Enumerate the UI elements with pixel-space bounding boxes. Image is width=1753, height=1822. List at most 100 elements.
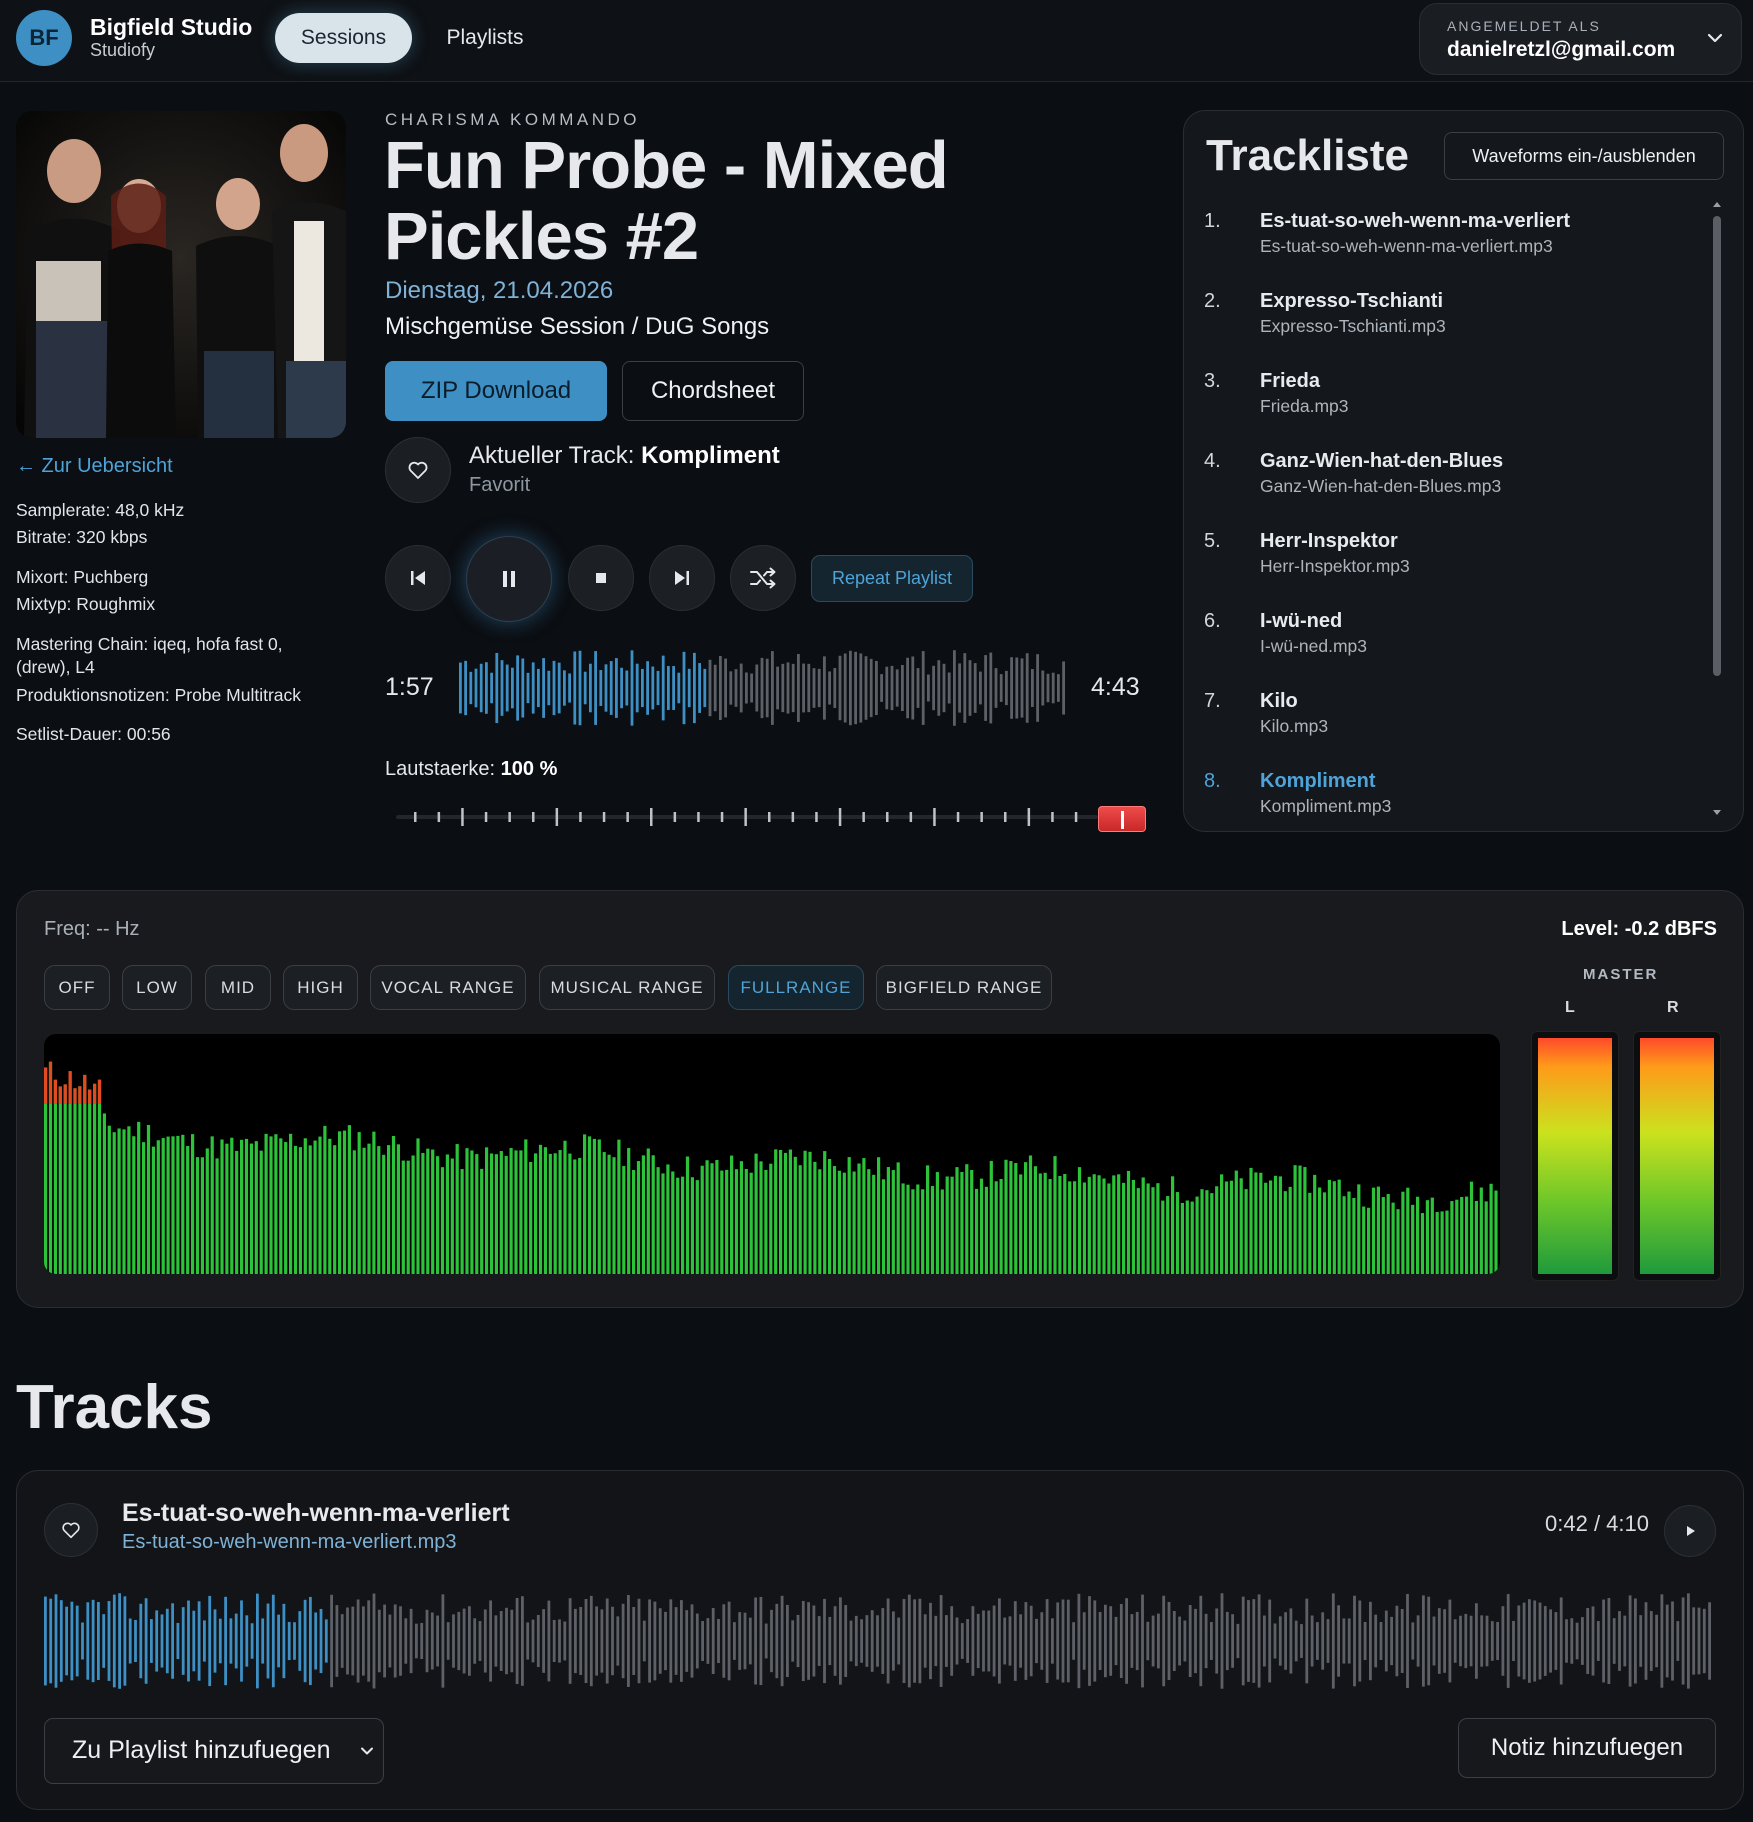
band-button-musical-range[interactable]: MUSICAL RANGE <box>539 965 715 1010</box>
waveform-bar <box>1008 1616 1012 1666</box>
chordsheet-button[interactable]: Chordsheet <box>622 361 804 421</box>
track-play-button[interactable] <box>1664 1505 1716 1557</box>
waveform-bar <box>823 1598 826 1684</box>
spectrum-bar <box>63 1084 67 1274</box>
waveform-bar <box>680 1600 683 1682</box>
shuffle-button[interactable] <box>730 545 796 611</box>
spectrum-bar <box>504 1155 508 1274</box>
brand-logo[interactable]: BF <box>16 10 72 66</box>
tracklist-item-active[interactable]: 8. Kompliment Kompliment.mp3 <box>1204 770 1674 831</box>
previous-track-button[interactable] <box>385 545 451 611</box>
spectrum-bar <box>1244 1189 1248 1274</box>
waveform-bar <box>911 656 915 720</box>
band-button-off[interactable]: OFF <box>44 965 110 1010</box>
spectrum-bar <box>1082 1182 1086 1274</box>
tracklist-item[interactable]: 3. Frieda Frieda.mp3 <box>1204 370 1674 440</box>
volume-label-text: Lautstaerke: <box>385 758 496 780</box>
spectrum-peak-cap <box>78 1086 82 1104</box>
volume-slider-track[interactable] <box>396 804 1146 830</box>
spectrum-bar <box>730 1155 734 1274</box>
session-date: Dienstag, 21.04.2026 <box>385 277 614 304</box>
next-track-button[interactable] <box>649 545 715 611</box>
tracklist-item[interactable]: 7. Kilo Kilo.mp3 <box>1204 690 1674 760</box>
add-to-playlist-select[interactable]: Zu Playlist hinzufuegen <box>44 1718 384 1784</box>
spectrum-bar <box>195 1157 200 1274</box>
toggle-waveforms-button[interactable]: Waveforms ein-/ausblenden <box>1444 132 1724 180</box>
spectrum-bar <box>592 1138 596 1274</box>
waveform-bar <box>1331 1593 1335 1689</box>
add-note-button[interactable]: Notiz hinzufuegen <box>1458 1718 1716 1778</box>
spectrum-bar <box>1053 1156 1057 1274</box>
frequency-spectrum[interactable] <box>44 1034 1500 1274</box>
track-card-waveform[interactable] <box>44 1591 1716 1691</box>
waveform-bar <box>112 1594 116 1688</box>
total-time: 4:43 <box>1091 673 1140 701</box>
spectrum-peak-cap <box>83 1074 87 1104</box>
spectrum-bar <box>465 1148 469 1274</box>
band-button-low[interactable]: LOW <box>122 965 192 1010</box>
pause-button[interactable] <box>466 536 552 622</box>
tracklist-item-number: 7. <box>1204 690 1221 712</box>
tracklist-item[interactable]: 1. Es-tuat-so-weh-wenn-ma-verliert Es-tu… <box>1204 210 1674 280</box>
back-to-overview-link[interactable]: ← Zur Uebersicht <box>16 455 173 478</box>
spectrum-bar <box>906 1184 910 1274</box>
volume-slider-tick <box>532 812 535 822</box>
waveform-bar <box>886 1598 890 1684</box>
waveform-bar <box>1077 1593 1081 1689</box>
waveform-bar <box>1475 1603 1478 1679</box>
channel-left-label: L <box>1565 999 1575 1016</box>
spectrum-bar <box>1092 1174 1096 1274</box>
band-button-high[interactable]: HIGH <box>283 965 358 1010</box>
stop-button[interactable] <box>568 545 634 611</box>
tracklist-item-file: Expresso-Tschianti.mp3 <box>1260 316 1446 336</box>
tracklist-item[interactable]: 4. Ganz-Wien-hat-den-Blues Ganz-Wien-hat… <box>1204 450 1674 520</box>
waveform-bar <box>937 660 941 716</box>
waveform-bar <box>1273 1623 1277 1659</box>
waveform-bar <box>1029 1605 1033 1677</box>
waveform-bar <box>669 1599 673 1683</box>
nav-sessions[interactable]: Sessions <box>275 13 412 63</box>
account-label: ANGEMELDET ALS <box>1447 18 1601 34</box>
favorite-button[interactable] <box>385 437 451 503</box>
main-waveform[interactable] <box>459 648 1069 728</box>
waveform-bar <box>685 1610 689 1672</box>
waveform-bar <box>213 1609 217 1673</box>
waveform-bar <box>1066 1599 1070 1683</box>
waveform-bar <box>1369 1601 1372 1681</box>
band-button-fullrange[interactable]: FULLRANGE <box>728 965 864 1010</box>
zip-download-button[interactable]: ZIP Download <box>385 361 607 421</box>
spectrum-bar <box>1043 1172 1047 1274</box>
waveform-bar <box>574 1608 577 1674</box>
level-meter-right <box>1633 1031 1721 1281</box>
waveform-bar <box>817 1616 821 1666</box>
spectrum-bar <box>538 1144 543 1274</box>
account-menu[interactable]: ANGEMELDET ALS danielretzl@gmail.com <box>1419 3 1742 75</box>
band-button-vocal-range[interactable]: VOCAL RANGE <box>370 965 526 1010</box>
waveform-bar <box>754 1597 757 1685</box>
nav-playlists[interactable]: Playlists <box>430 13 540 63</box>
spectrum-bar <box>1342 1196 1346 1274</box>
waveform-bar <box>1496 1622 1499 1660</box>
tracklist-item[interactable]: 5. Herr-Inspektor Herr-Inspektor.mp3 <box>1204 530 1674 600</box>
waveform-bar <box>1347 1618 1351 1664</box>
waveform-bar <box>490 672 493 704</box>
spectrum-bar <box>1073 1181 1077 1274</box>
spectrum-bar <box>470 1150 474 1274</box>
waveform-bar <box>404 1618 408 1664</box>
track-favorite-button[interactable] <box>44 1503 98 1557</box>
waveform-bar <box>510 1609 514 1673</box>
band-button-mid[interactable]: MID <box>205 965 271 1010</box>
spectrum-bar <box>514 1150 518 1274</box>
spectrum-bar <box>259 1150 263 1274</box>
spectrum-bar <box>1435 1212 1439 1274</box>
waveform-bar <box>1183 1620 1187 1662</box>
waveform-bar <box>906 657 909 719</box>
band-button-bigfield-range[interactable]: BIGFIELD RANGE <box>876 965 1052 1010</box>
waveform-bar <box>1358 1600 1362 1682</box>
waveform-bar <box>599 670 603 706</box>
volume-slider-handle[interactable] <box>1098 806 1146 832</box>
tracklist-item[interactable]: 6. I-wü-ned I-wü-ned.mp3 <box>1204 610 1674 680</box>
tracklist-scrollbar-thumb[interactable] <box>1713 216 1721 676</box>
repeat-playlist-button[interactable]: Repeat Playlist <box>811 555 973 602</box>
tracklist-item[interactable]: 2. Expresso-Tschianti Expresso-Tschianti… <box>1204 290 1674 360</box>
